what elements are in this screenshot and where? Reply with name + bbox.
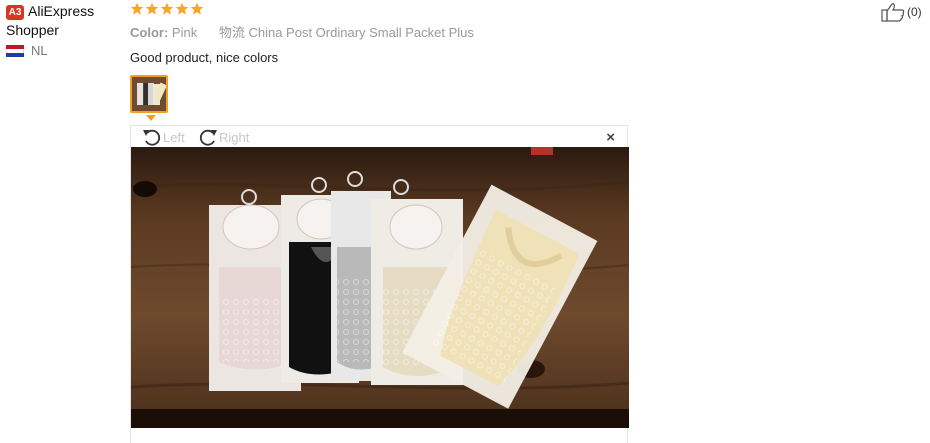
review-comment: Good product, nice colors: [130, 50, 279, 65]
color-label: Color:: [130, 25, 169, 40]
star-icon: [160, 2, 174, 15]
rotate-left-button[interactable]: Left: [141, 127, 185, 147]
review-photo: [131, 147, 629, 428]
reviewer-info: A3 AliExpress Shopper NL: [6, 2, 116, 58]
reviewer-country: NL: [6, 43, 116, 58]
rotate-right-button[interactable]: Right: [197, 127, 249, 147]
level-badge: A3: [6, 5, 24, 20]
star-rating: [130, 0, 474, 18]
thumbnail-selected-indicator: [146, 115, 156, 121]
close-icon[interactable]: ×: [606, 129, 615, 146]
thumbs-up-icon: [881, 3, 905, 22]
review-thumbnail[interactable]: [130, 75, 168, 113]
review-meta: Color: Pink 物流 China Post Ordinary Small…: [130, 22, 474, 41]
rotate-right-icon: [199, 129, 217, 146]
review-photo-image: [131, 147, 629, 428]
reviewer-name-line2: Shopper: [6, 22, 59, 38]
image-viewer: Left Right ×: [130, 125, 629, 443]
reviewer-name-line1: AliExpress: [28, 3, 95, 19]
color-value: Pink: [171, 25, 198, 40]
helpful-button[interactable]: (0): [881, 2, 922, 22]
shipping-value: China Post Ordinary Small Packet Plus: [248, 25, 474, 40]
flag-nl-icon: [6, 44, 24, 57]
country-code: NL: [31, 43, 48, 58]
rotate-left-icon: [143, 129, 161, 146]
review-thumbnails: [130, 75, 168, 121]
star-icon: [175, 2, 189, 15]
rotate-left-label: Left: [163, 129, 185, 145]
rotate-right-label: Right: [219, 129, 250, 145]
helpful-count: (0): [907, 5, 922, 19]
review-content: Color: Pink 物流 China Post Ordinary Small…: [130, 0, 474, 65]
star-icon: [130, 2, 144, 15]
reviewer-name: A3 AliExpress Shopper: [6, 2, 116, 40]
star-icon: [190, 2, 204, 15]
viewer-toolbar: Left Right ×: [131, 126, 627, 147]
shipping-label: 物流: [218, 25, 245, 40]
star-icon: [145, 2, 159, 15]
